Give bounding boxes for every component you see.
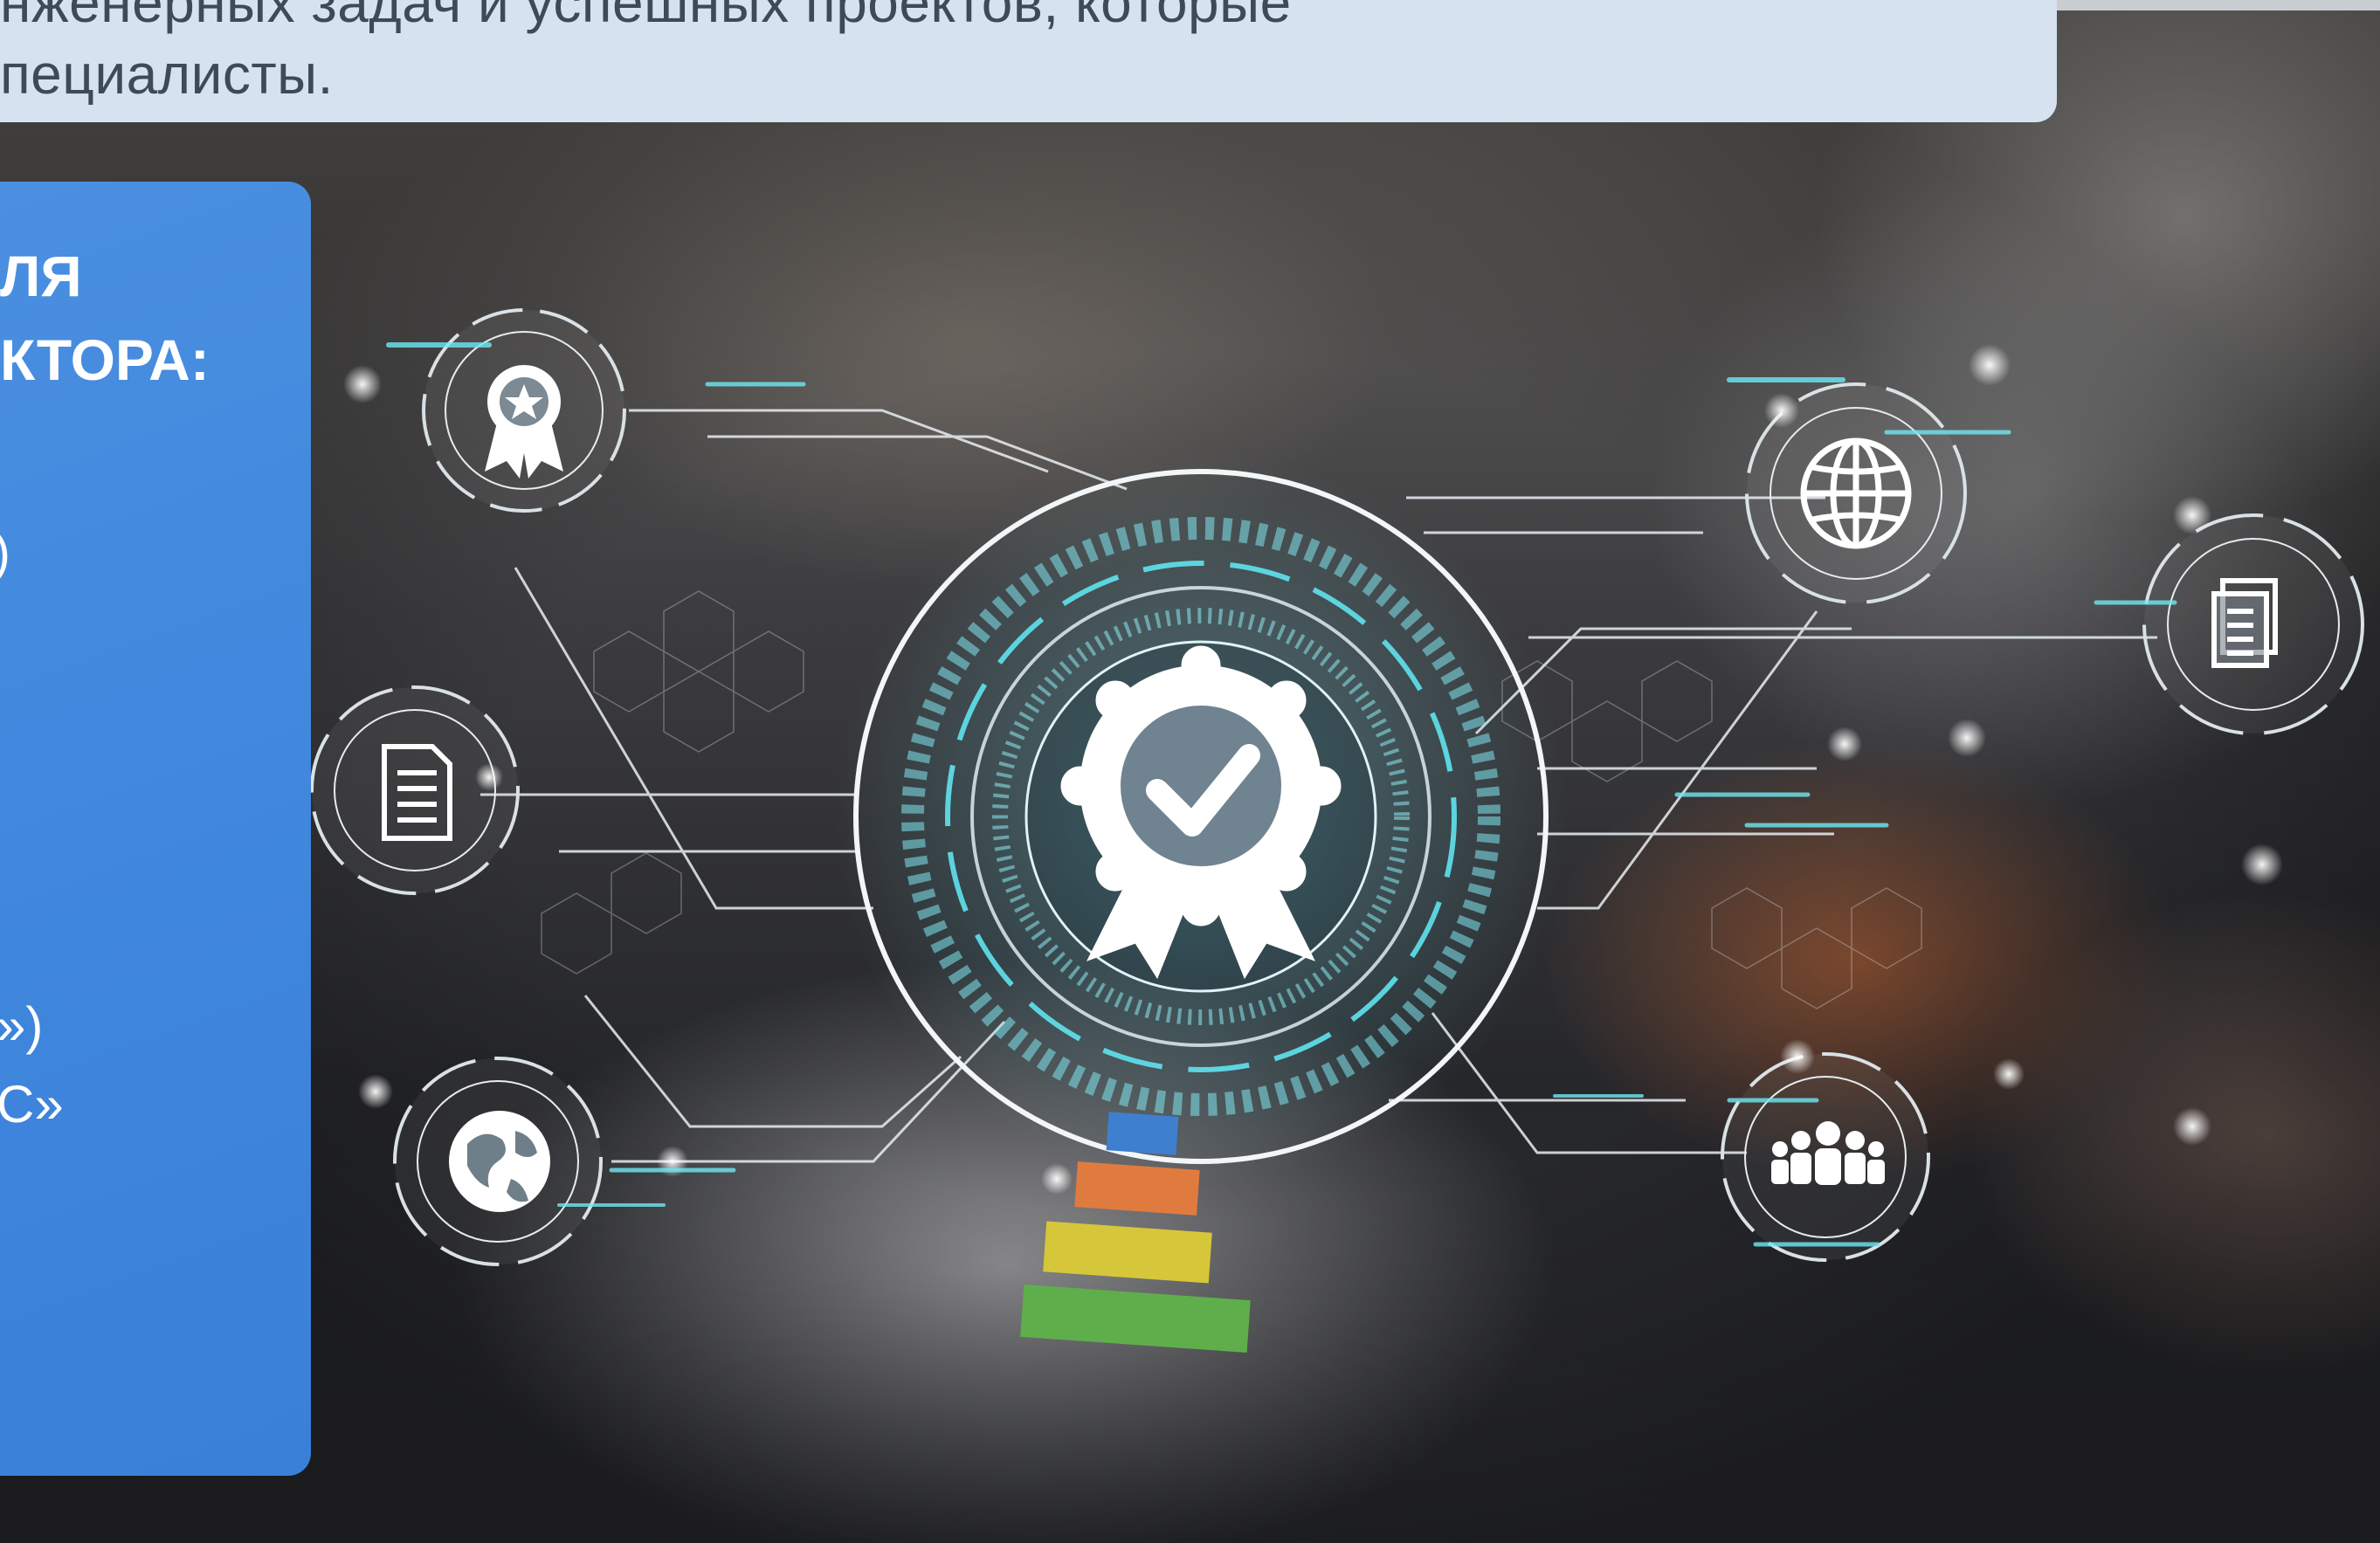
panel-fragment-1: ) (0, 522, 10, 582)
top-right-strip (2057, 0, 2380, 10)
globe-earth-icon (449, 1111, 550, 1212)
award-ribbon-icon-badge (422, 308, 626, 513)
left-info-panel: ЛЯ КТОРА: ) ») С» (0, 182, 311, 1476)
people-group-icon-badge (1721, 1052, 1930, 1262)
panel-fragment-3: С» (0, 1075, 64, 1133)
documents-stack-icon (2211, 578, 2278, 668)
panel-heading-line-1: ЛЯ (0, 244, 82, 308)
quality-tech-overlay (310, 308, 2364, 1353)
globe-earth-icon-badge (393, 1057, 603, 1266)
documents-stack-icon-badge (2142, 513, 2364, 735)
top-caption-bar: нженерных задач и успешных проектов, кот… (0, 0, 2057, 122)
presentation-slide: нженерных задач и успешных проектов, кот… (0, 0, 2380, 1543)
globe-grid-icon (1800, 437, 1912, 549)
panel-fragment-2: ») (0, 996, 44, 1055)
panel-heading-line-2: КТОРА: (0, 327, 210, 392)
caption-line-2: пециалисты. (0, 43, 334, 106)
caption-line-1: нженерных задач и успешных проектов, кот… (0, 0, 1292, 34)
